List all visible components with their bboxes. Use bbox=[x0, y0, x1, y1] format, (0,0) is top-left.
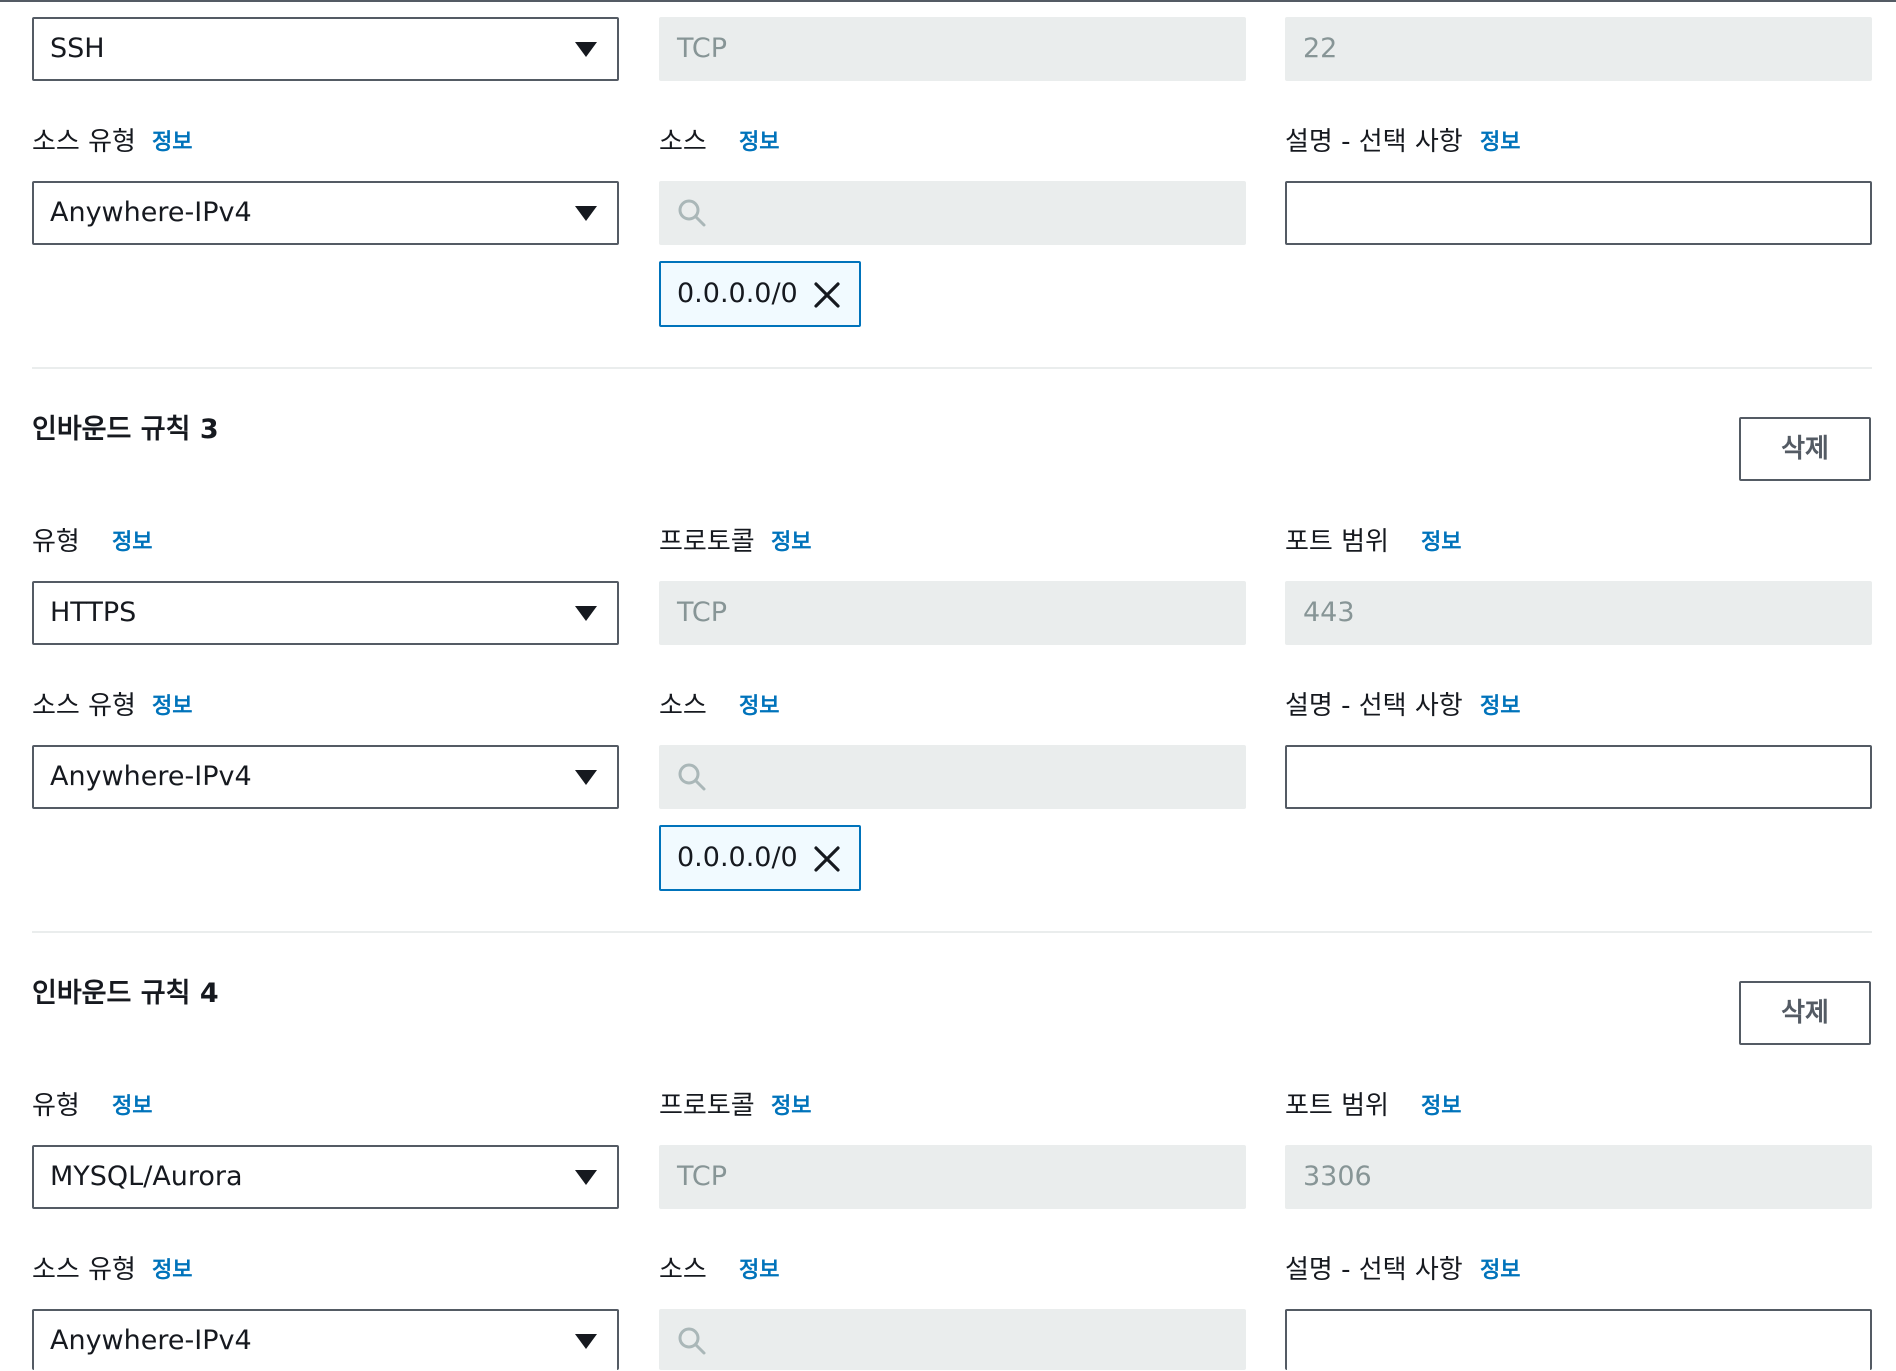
rule-3-description-label: 설명 - 선택 사항 bbox=[1285, 691, 1463, 721]
rule-4-source-type-value: Anywhere-IPv4 bbox=[50, 1325, 252, 1356]
rule-2-source-type-select[interactable]: Anywhere-IPv4 bbox=[32, 181, 619, 245]
rule-3-source-token-value: 0.0.0.0/0 bbox=[677, 842, 798, 873]
search-icon bbox=[678, 199, 706, 227]
rule-3-type-label: 유형 bbox=[32, 527, 80, 557]
caret-down-icon bbox=[575, 42, 597, 57]
rule-2-source-type-label: 소스 유형 bbox=[32, 127, 136, 157]
rule-3-port-field: 443 bbox=[1285, 581, 1872, 645]
rule-4-description-input[interactable] bbox=[1285, 1309, 1872, 1370]
rule-4-protocol-field: TCP bbox=[659, 1145, 1246, 1209]
rule-3-port-value: 443 bbox=[1303, 597, 1355, 628]
rule-4-heading: 인바운드 규칙 4 bbox=[32, 978, 219, 1009]
rule-3-type-info-link[interactable]: 정보 bbox=[112, 527, 152, 559]
rule-3-remove-button[interactable]: 삭제 bbox=[1739, 417, 1871, 481]
rule-2-description-input[interactable] bbox=[1285, 181, 1872, 245]
rule-4-source-info-link[interactable]: 정보 bbox=[739, 1255, 779, 1287]
rule-4-port-label: 포트 범위 bbox=[1285, 1091, 1389, 1121]
rule-2-protocol-value: TCP bbox=[677, 33, 728, 64]
rule-4-remove-button[interactable]: 삭제 bbox=[1739, 981, 1871, 1045]
rule-4-protocol-info-link[interactable]: 정보 bbox=[771, 1091, 811, 1123]
rule-3-description-info-link[interactable]: 정보 bbox=[1480, 691, 1520, 723]
search-icon bbox=[678, 1327, 706, 1355]
rule-4-protocol-value: TCP bbox=[677, 1161, 728, 1192]
rule-4-port-info-link[interactable]: 정보 bbox=[1421, 1091, 1461, 1123]
search-icon bbox=[678, 763, 706, 791]
rule-3-type-value: HTTPS bbox=[50, 597, 137, 628]
rule-3-heading: 인바운드 규칙 3 bbox=[32, 414, 219, 445]
rule-2-description-info-link[interactable]: 정보 bbox=[1480, 127, 1520, 159]
rule-divider bbox=[32, 367, 1872, 369]
rule-2-type-select[interactable]: SSH bbox=[32, 17, 619, 81]
rule-4-source-type-label: 소스 유형 bbox=[32, 1255, 136, 1285]
rule-4-type-value: MYSQL/Aurora bbox=[50, 1161, 243, 1192]
caret-down-icon bbox=[575, 1170, 597, 1185]
rule-4-description-label: 설명 - 선택 사항 bbox=[1285, 1255, 1463, 1285]
rule-4-type-select[interactable]: MYSQL/Aurora bbox=[32, 1145, 619, 1209]
close-icon[interactable] bbox=[813, 281, 841, 309]
rule-4-source-label: 소스 bbox=[659, 1255, 707, 1285]
rule-2-source-type-info-link[interactable]: 정보 bbox=[152, 127, 192, 159]
rule-3-port-info-link[interactable]: 정보 bbox=[1421, 527, 1461, 559]
rule-3-protocol-label: 프로토콜 bbox=[659, 527, 755, 557]
caret-down-icon bbox=[575, 770, 597, 785]
rule-3-source-token: 0.0.0.0/0 bbox=[659, 825, 861, 891]
rule-4-source-type-info-link[interactable]: 정보 bbox=[152, 1255, 192, 1287]
rule-4-type-label: 유형 bbox=[32, 1091, 80, 1121]
rule-3-source-info-link[interactable]: 정보 bbox=[739, 691, 779, 723]
rule-2-type-value: SSH bbox=[50, 33, 105, 64]
rule-3-source-type-select[interactable]: Anywhere-IPv4 bbox=[32, 745, 619, 809]
close-icon[interactable] bbox=[813, 845, 841, 873]
caret-down-icon bbox=[575, 206, 597, 221]
rule-4-source-type-select[interactable]: Anywhere-IPv4 bbox=[32, 1309, 619, 1370]
caret-down-icon bbox=[575, 1334, 597, 1349]
rule-2-source-token-value: 0.0.0.0/0 bbox=[677, 278, 798, 309]
rule-4-source-search[interactable] bbox=[659, 1309, 1246, 1370]
rule-2-source-type-value: Anywhere-IPv4 bbox=[50, 197, 252, 228]
rule-2-port-value: 22 bbox=[1303, 33, 1338, 64]
rule-3-protocol-value: TCP bbox=[677, 597, 728, 628]
rule-3-source-type-value: Anywhere-IPv4 bbox=[50, 761, 252, 792]
rule-2-source-info-link[interactable]: 정보 bbox=[739, 127, 779, 159]
rule-3-port-label: 포트 범위 bbox=[1285, 527, 1389, 557]
rule-3-description-input[interactable] bbox=[1285, 745, 1872, 809]
rule-3-type-select[interactable]: HTTPS bbox=[32, 581, 619, 645]
rule-2-description-label: 설명 - 선택 사항 bbox=[1285, 127, 1463, 157]
rule-4-port-field: 3306 bbox=[1285, 1145, 1872, 1209]
top-border bbox=[0, 0, 1896, 2]
rule-3-source-label: 소스 bbox=[659, 691, 707, 721]
rule-2-source-token: 0.0.0.0/0 bbox=[659, 261, 861, 327]
rule-2-port-field: 22 bbox=[1285, 17, 1872, 81]
rule-3-source-search[interactable] bbox=[659, 745, 1246, 809]
rule-2-protocol-field: TCP bbox=[659, 17, 1246, 81]
rule-3-source-type-info-link[interactable]: 정보 bbox=[152, 691, 192, 723]
rule-3-source-type-label: 소스 유형 bbox=[32, 691, 136, 721]
rule-4-description-info-link[interactable]: 정보 bbox=[1480, 1255, 1520, 1287]
rule-2-source-label: 소스 bbox=[659, 127, 707, 157]
rule-2-source-search[interactable] bbox=[659, 181, 1246, 245]
caret-down-icon bbox=[575, 606, 597, 621]
rule-4-protocol-label: 프로토콜 bbox=[659, 1091, 755, 1121]
rule-divider bbox=[32, 931, 1872, 933]
rule-3-protocol-field: TCP bbox=[659, 581, 1246, 645]
rule-4-port-value: 3306 bbox=[1303, 1161, 1372, 1192]
rule-4-type-info-link[interactable]: 정보 bbox=[112, 1091, 152, 1123]
rule-3-protocol-info-link[interactable]: 정보 bbox=[771, 527, 811, 559]
